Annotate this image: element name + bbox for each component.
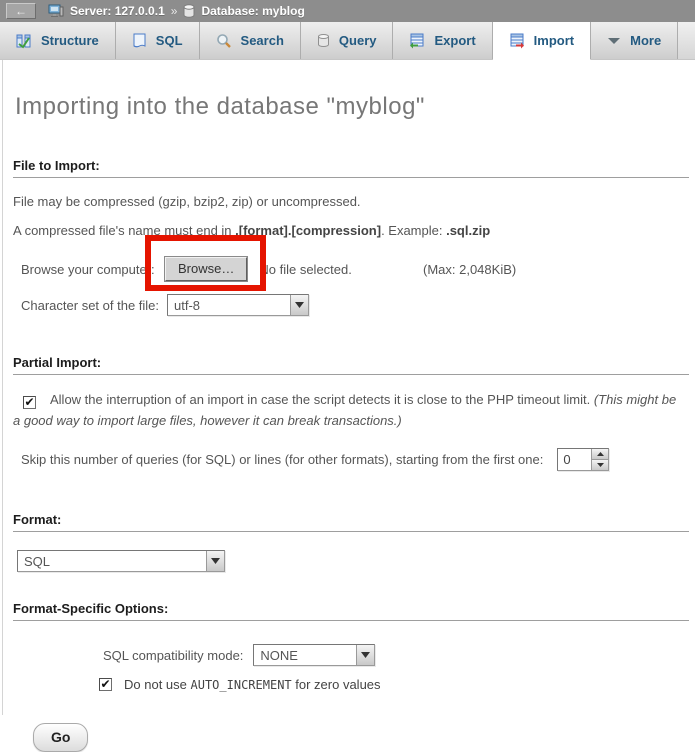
- section-heading-format: Format:: [13, 512, 689, 532]
- tab-label: Export: [434, 33, 475, 48]
- sql-compat-label: SQL compatibility mode:: [103, 648, 243, 663]
- export-icon: [409, 33, 425, 49]
- structure-icon: [16, 33, 32, 49]
- browse-button[interactable]: Browse…: [165, 257, 247, 281]
- tab-label: Structure: [41, 33, 99, 48]
- format-select[interactable]: SQL: [17, 550, 225, 572]
- skip-queries-input[interactable]: 0: [557, 448, 609, 471]
- tab-import[interactable]: Import: [493, 22, 591, 60]
- import-icon: [509, 33, 525, 49]
- main-content: Importing into the database "myblog" Fil…: [2, 60, 695, 715]
- back-button[interactable]: ←: [6, 3, 36, 19]
- skip-queries-row: Skip this number of queries (for SQL) or…: [21, 448, 685, 471]
- sql-compat-selected-value: NONE: [254, 645, 304, 665]
- chevron-down-icon: [607, 37, 621, 45]
- auto-increment-row: ✔ Do not use AUTO_INCREMENT for zero val…: [99, 677, 695, 692]
- go-button[interactable]: Go: [33, 723, 88, 752]
- breadcrumb-database[interactable]: Database: myblog: [201, 4, 304, 18]
- dropdown-arrow-icon: [356, 645, 374, 665]
- allow-interrupt-checkbox[interactable]: ✔: [23, 396, 36, 409]
- sql-compat-select[interactable]: NONE: [253, 644, 375, 666]
- breadcrumb-separator: »: [171, 4, 178, 18]
- max-size-note: (Max: 2,048KiB): [423, 262, 516, 277]
- server-icon: [48, 4, 64, 18]
- skip-queries-value: 0: [558, 449, 591, 470]
- tab-label: Search: [241, 33, 284, 48]
- filename-info-line: A compressed file's name must end in .[f…: [13, 223, 685, 239]
- section-heading-format-specific: Format-Specific Options:: [13, 601, 689, 621]
- compression-info-line: File may be compressed (gzip, bzip2, zip…: [13, 194, 685, 210]
- charset-select[interactable]: utf-8: [167, 294, 309, 316]
- auto-increment-text: Do not use AUTO_INCREMENT for zero value…: [124, 677, 381, 692]
- section-heading-file-to-import: File to Import:: [13, 158, 689, 178]
- tab-query[interactable]: Query: [301, 22, 394, 59]
- tab-label: More: [630, 33, 661, 48]
- query-icon: [317, 33, 330, 48]
- tab-search[interactable]: Search: [200, 22, 301, 59]
- tab-export[interactable]: Export: [393, 22, 492, 59]
- section-heading-partial-import: Partial Import:: [13, 355, 689, 375]
- breadcrumb-server[interactable]: Server: 127.0.0.1: [70, 4, 165, 18]
- tab-label: Query: [339, 33, 377, 48]
- auto-increment-code: AUTO_INCREMENT: [191, 678, 292, 692]
- charset-row: Character set of the file: utf-8: [21, 294, 685, 316]
- tab-bar: Structure SQL Search Query: [0, 22, 695, 60]
- tab-label: SQL: [156, 33, 183, 48]
- database-icon: [183, 4, 195, 18]
- dropdown-arrow-icon: [290, 295, 308, 315]
- charset-label: Character set of the file:: [21, 298, 167, 313]
- left-arrow-icon: ←: [15, 5, 27, 17]
- page-title: Importing into the database "myblog": [3, 60, 695, 121]
- tab-sql[interactable]: SQL: [116, 22, 200, 59]
- sql-icon: [132, 33, 147, 49]
- tab-structure[interactable]: Structure: [0, 22, 116, 59]
- dropdown-arrow-icon: [206, 551, 224, 571]
- charset-selected-value: utf-8: [168, 295, 206, 315]
- browse-label: Browse your computer:: [21, 262, 165, 277]
- spinner-down-button[interactable]: [592, 460, 608, 470]
- sql-compat-row: SQL compatibility mode: NONE: [103, 644, 695, 666]
- tab-more[interactable]: More: [591, 22, 678, 59]
- breadcrumb-bar: ← Server: 127.0.0.1 » Database: myblog: [0, 0, 695, 22]
- tab-label: Import: [534, 33, 574, 48]
- allow-interrupt-text: Allow the interruption of an import in c…: [50, 392, 594, 407]
- file-upload-row: Browse your computer: Browse… No file se…: [21, 256, 685, 282]
- no-file-selected-text: No file selected.: [259, 262, 352, 277]
- tabbar-filler: [678, 22, 695, 59]
- skip-queries-label: Skip this number of queries (for SQL) or…: [21, 452, 543, 467]
- number-spinner: [591, 449, 608, 470]
- spinner-up-button[interactable]: [592, 449, 608, 460]
- format-selected-value: SQL: [18, 551, 56, 571]
- search-icon: [216, 33, 232, 49]
- auto-increment-checkbox[interactable]: ✔: [99, 678, 112, 691]
- allow-interrupt-row: ✔ Allow the interruption of an import in …: [13, 389, 683, 431]
